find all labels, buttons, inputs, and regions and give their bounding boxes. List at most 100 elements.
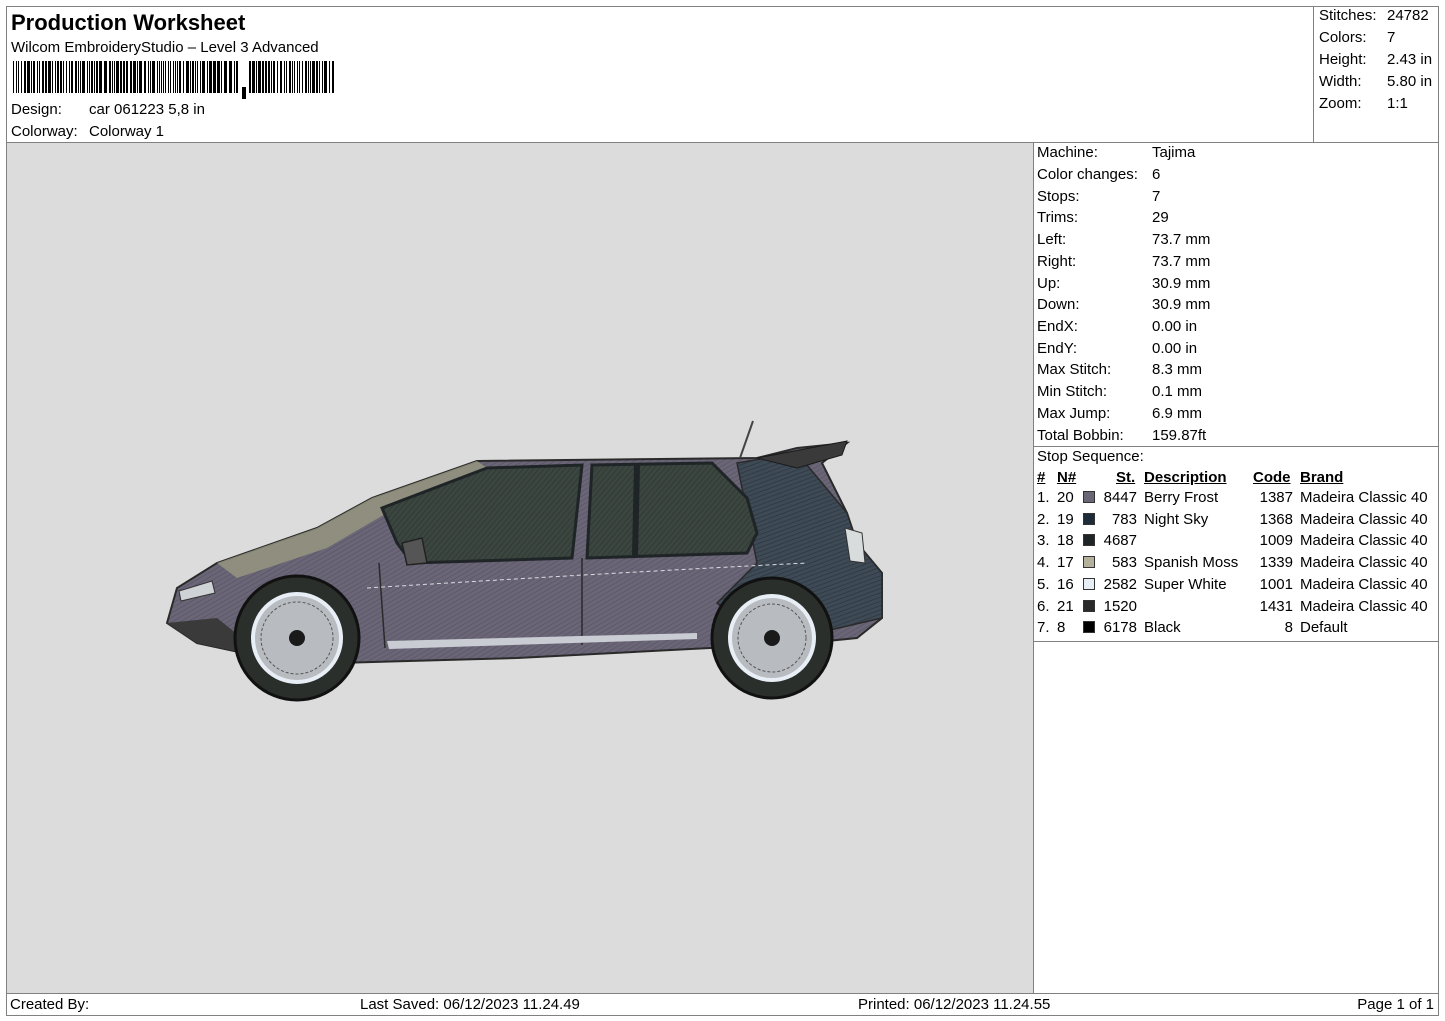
cell-st: 2582 <box>1103 575 1137 593</box>
cell-n: 8 <box>1057 619 1066 637</box>
design-value: car 061223 5,8 in <box>89 101 205 118</box>
cell-n: 16 <box>1057 575 1074 593</box>
info-endy: EndY: 0.00 in <box>1037 340 1198 357</box>
cell-description: Super White <box>1144 575 1227 593</box>
cell-description: Spanish Moss <box>1144 554 1239 572</box>
design-preview <box>6 142 1034 994</box>
col-header-num: # <box>1037 469 1046 486</box>
info-up: Up: 30.9 mm <box>1037 275 1211 292</box>
cell-code: 1009 <box>1259 532 1293 550</box>
cell-brand: Madeira Classic 40 <box>1300 554 1428 572</box>
rear-wheel <box>710 576 834 700</box>
info-down: Down: 30.9 mm <box>1037 296 1211 313</box>
thread-color-swatch <box>1083 491 1095 503</box>
cell-n: 19 <box>1057 510 1074 528</box>
worksheet-header: Production Worksheet Wilcom EmbroiderySt… <box>6 6 1314 143</box>
design-label: Design: <box>11 101 62 118</box>
table-row: 5. 16 2582 Super White 1001 Madeira Classic 4… <box>1034 574 1438 596</box>
table-row: 4. 17 583 Spanish Moss 1339 Madeira Classic 4… <box>1034 552 1438 574</box>
info-max-jump: Max Jump: 6.9 mm <box>1037 405 1203 422</box>
thread-color-swatch <box>1083 512 1095 525</box>
table-row: 3. 18 4687 1009 Madeira Classic 40 <box>1034 530 1438 552</box>
info-color-changes: Color changes: 6 <box>1037 166 1161 183</box>
cell-brand: Madeira Classic 40 <box>1300 510 1428 528</box>
info-left: Left: 73.7 mm <box>1037 231 1211 248</box>
software-subtitle: Wilcom EmbroideryStudio – Level 3 Advanc… <box>11 39 319 56</box>
cell-brand: Madeira Classic 40 <box>1300 532 1428 550</box>
divider <box>1034 641 1438 642</box>
info-total-bobbin: Total Bobbin: 159.87ft <box>1037 427 1207 444</box>
cell-num: 7. <box>1037 619 1050 637</box>
cell-code: 1431 <box>1259 597 1293 615</box>
created-by: Created By: <box>10 996 90 1013</box>
cell-num: 4. <box>1037 554 1050 572</box>
worksheet-footer: Created By: Last Saved: 06/12/2023 11.24… <box>6 993 1439 1016</box>
thread-color-swatch <box>1083 621 1095 634</box>
table-row: 7. 8 6178 Black 8 Default <box>1034 617 1438 639</box>
thread-color-swatch <box>1083 556 1095 569</box>
col-header-code: Code <box>1253 469 1291 486</box>
cell-code: 1001 <box>1259 575 1293 593</box>
summary-zoom: Zoom: 1:1 <box>1319 95 1408 112</box>
col-header-st: St. <box>1116 469 1136 486</box>
info-trims: Trims: 29 <box>1037 209 1169 226</box>
cell-num: 1. <box>1037 489 1050 506</box>
cell-brand: Default <box>1300 619 1348 637</box>
cell-description: Berry Frost <box>1144 489 1219 506</box>
colorway-label: Colorway: <box>11 123 78 140</box>
cell-brand: Madeira Classic 40 <box>1300 597 1428 615</box>
table-row: 1. 20 8447 Berry Frost 1387 Madeira Classic 4… <box>1034 487 1438 509</box>
page-number: Page 1 of 1 <box>1357 996 1434 1013</box>
table-row: 2. 19 783 Night Sky 1368 Madeira Classic 40 <box>1034 509 1438 531</box>
printed-date: Printed: 06/12/2023 11.24.55 <box>858 996 1051 1013</box>
cell-code: 1368 <box>1259 510 1293 528</box>
cell-n: 18 <box>1057 532 1074 550</box>
cell-n: 21 <box>1057 597 1074 615</box>
summary-width: Width: 5.80 in <box>1319 73 1433 90</box>
info-max-stitch: Max Stitch: 8.3 mm <box>1037 361 1203 378</box>
machine-info-panel: Machine: Tajima Color changes: 6 Stops: 7 T… <box>1033 142 1439 994</box>
cell-brand: Madeira Classic 40 <box>1300 489 1428 506</box>
cell-num: 5. <box>1037 575 1050 593</box>
cell-description: Night Sky <box>1144 510 1209 528</box>
cell-n: 20 <box>1057 489 1074 506</box>
col-header-brand: Brand <box>1300 469 1344 486</box>
cell-st: 583 <box>1111 554 1137 572</box>
cell-st: 6178 <box>1103 619 1137 637</box>
info-endx: EndX: 0.00 in <box>1037 318 1198 335</box>
cell-st: 4687 <box>1103 532 1137 550</box>
col-header-description: Description <box>1144 469 1227 486</box>
info-right: Right: 73.7 mm <box>1037 253 1211 270</box>
page-title: Production Worksheet <box>11 10 246 35</box>
thread-color-swatch <box>1083 577 1095 590</box>
table-row: 6. 21 1520 1431 Madeira Classic 40 <box>1034 596 1438 618</box>
cell-st: 8447 <box>1103 489 1137 506</box>
info-min-stitch: Min Stitch: 0.1 mm <box>1037 383 1203 400</box>
cell-st: 1520 <box>1103 597 1137 615</box>
thread-color-swatch <box>1083 599 1095 612</box>
cell-num: 6. <box>1037 597 1050 615</box>
cell-code: 1339 <box>1259 554 1293 572</box>
col-header-n: N# <box>1057 469 1077 486</box>
stop-sequence-title: Stop Sequence: <box>1037 448 1144 465</box>
last-saved: Last Saved: 06/12/2023 11.24.49 <box>360 996 580 1013</box>
info-machine: Machine: Tajima <box>1037 144 1196 161</box>
summary-height: Height: 2.43 in <box>1319 51 1433 68</box>
car-embroidery-image <box>165 420 883 702</box>
summary-colors: Colors: 7 <box>1319 29 1396 46</box>
cell-num: 2. <box>1037 510 1050 528</box>
cell-n: 17 <box>1057 554 1074 572</box>
cell-description: Black <box>1144 619 1181 637</box>
cell-brand: Madeira Classic 40 <box>1300 575 1428 593</box>
cell-st: 783 <box>1111 510 1137 528</box>
thread-color-swatch <box>1083 534 1095 547</box>
info-stops: Stops: 7 <box>1037 188 1161 205</box>
cell-num: 3. <box>1037 532 1050 550</box>
summary-stitches: Stitches: 24782 <box>1319 7 1429 24</box>
barcode <box>13 61 334 99</box>
cell-code: 8 <box>1284 619 1293 637</box>
cell-code: 1387 <box>1259 489 1293 506</box>
colorway-value: Colorway 1 <box>89 123 165 140</box>
design-summary: Stitches: 24782 Colors: 7 Height: 2.43 in W… <box>1313 6 1439 143</box>
front-wheel <box>233 574 361 702</box>
